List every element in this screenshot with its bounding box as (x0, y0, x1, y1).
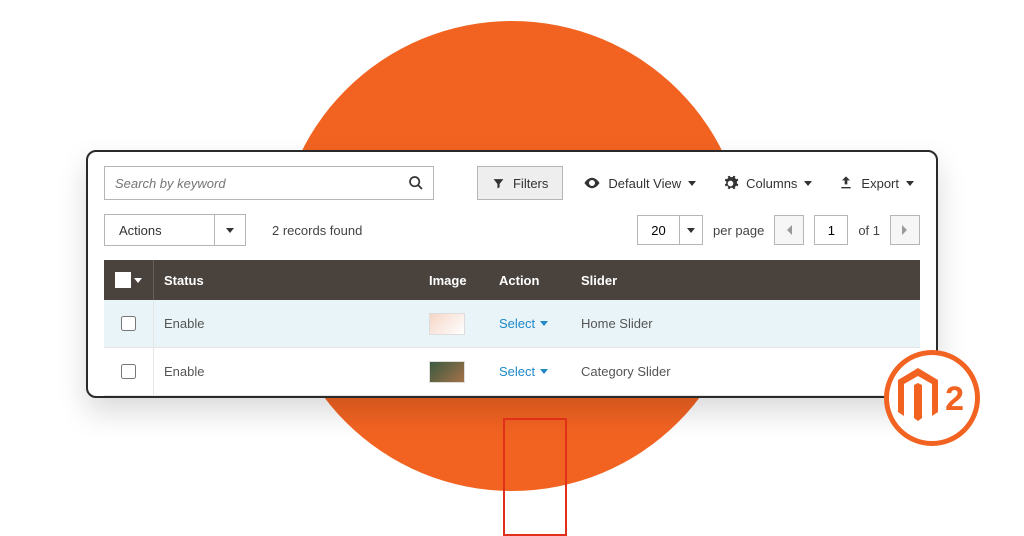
chevron-down-icon (134, 278, 142, 283)
header-image[interactable]: Image (419, 260, 489, 300)
search-button[interactable] (399, 167, 433, 199)
header-status[interactable]: Status (154, 260, 419, 300)
default-view-button[interactable]: Default View (577, 166, 702, 200)
slider-cell: Home Slider (581, 316, 653, 331)
select-all-checkbox[interactable] (115, 272, 131, 288)
per-page-select[interactable]: 20 (637, 215, 703, 245)
chevron-down-icon (688, 181, 696, 186)
slider-cell: Category Slider (581, 364, 671, 379)
row-action-select[interactable]: Select (499, 316, 548, 331)
header-action[interactable]: Action (489, 260, 571, 300)
export-label: Export (861, 176, 899, 191)
actions-label: Actions (104, 214, 214, 246)
toolbar-row-1: Filters Default View Columns Export (104, 166, 920, 200)
chevron-down-icon (226, 228, 234, 233)
status-cell: Enable (164, 316, 204, 331)
per-page-label: per page (713, 223, 764, 238)
search-input[interactable] (105, 176, 399, 191)
header-slider[interactable]: Slider (571, 260, 920, 300)
grid-header: Status Image Action Slider (104, 260, 920, 300)
filters-button[interactable]: Filters (477, 166, 563, 200)
chevron-down-icon (906, 181, 914, 186)
row-action-select[interactable]: Select (499, 364, 548, 379)
actions-dropdown-toggle[interactable] (214, 214, 246, 246)
default-view-label: Default View (608, 176, 681, 191)
columns-button[interactable]: Columns (716, 166, 818, 200)
search-field (104, 166, 434, 200)
actions-dropdown[interactable]: Actions (104, 214, 246, 246)
chevron-down-icon (540, 369, 548, 374)
gear-icon (722, 175, 739, 192)
eye-icon (583, 174, 601, 192)
table-row[interactable]: Enable Select Category Slider (104, 348, 920, 396)
funnel-icon (492, 177, 505, 190)
chevron-down-icon (687, 228, 695, 233)
magento2-logo: 2 (884, 350, 980, 446)
chevron-down-icon (804, 181, 812, 186)
pagination: 20 per page of 1 (637, 215, 920, 245)
magento-icon (898, 368, 938, 424)
row-checkbox[interactable] (121, 364, 136, 379)
data-grid: Status Image Action Slider Enable Select… (104, 260, 920, 396)
search-icon (408, 175, 424, 191)
export-icon (838, 175, 854, 191)
next-page-button[interactable] (890, 215, 920, 245)
toolbar-row-2: Actions 2 records found 20 per page of 1 (104, 214, 920, 246)
columns-label: Columns (746, 176, 797, 191)
table-row[interactable]: Enable Select Home Slider (104, 300, 920, 348)
prev-page-button[interactable] (774, 215, 804, 245)
row-checkbox[interactable] (121, 316, 136, 331)
page-input[interactable] (814, 215, 848, 245)
records-found: 2 records found (272, 223, 362, 238)
select-all-cell[interactable] (104, 260, 154, 300)
page-of-label: of 1 (858, 223, 880, 238)
chevron-down-icon (540, 321, 548, 326)
logo-two: 2 (945, 380, 964, 419)
per-page-value: 20 (637, 215, 679, 245)
thumbnail-image[interactable] (429, 313, 465, 335)
chevron-right-icon (901, 224, 909, 236)
per-page-toggle[interactable] (679, 215, 703, 245)
export-button[interactable]: Export (832, 166, 920, 200)
chevron-left-icon (785, 224, 793, 236)
status-cell: Enable (164, 364, 204, 379)
admin-grid-panel: Filters Default View Columns Export Acti… (86, 150, 938, 398)
filters-label: Filters (513, 176, 548, 191)
thumbnail-image[interactable] (429, 361, 465, 383)
